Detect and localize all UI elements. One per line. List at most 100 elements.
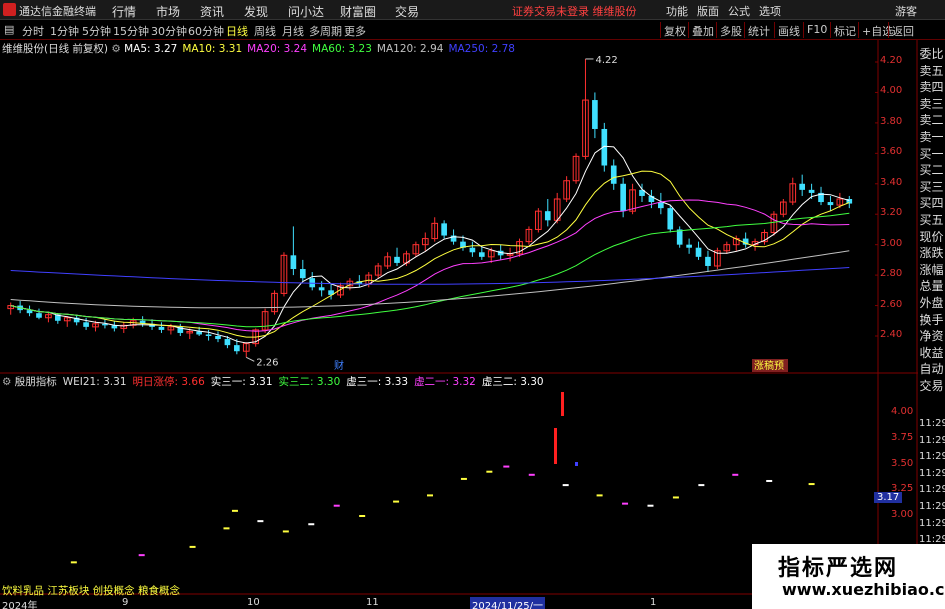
period-tab-1[interactable]: 1分钟: [50, 23, 79, 39]
side-label-12: 涨跌: [919, 246, 944, 261]
ma20-line: [10, 199, 850, 332]
side-label-0: 委比: [919, 47, 944, 61]
candle-body: [26, 310, 33, 314]
price-tick-3: 3.60: [880, 146, 903, 158]
side-label-7: 买二: [919, 163, 944, 178]
right-menu-item-2[interactable]: 公式: [728, 3, 750, 19]
candle-body: [205, 334, 212, 336]
indicator-value-5: 虚二一: 3.32: [414, 376, 476, 388]
cai-marker: 财: [334, 359, 344, 372]
watermark-title: 指标严选网: [778, 556, 899, 581]
main-info-line: 维维股份(日线 前复权) ⚙ MA5: 3.27 MA10: 3.31 MA20: …: [0, 41, 520, 57]
period-tab-8[interactable]: 月线: [282, 23, 304, 39]
period-tab-2[interactable]: 5分钟: [82, 23, 111, 39]
menu-item-1[interactable]: 市场: [156, 3, 180, 20]
candle-body: [620, 183, 626, 212]
candle-body: [36, 313, 42, 318]
candle-body: [592, 100, 598, 129]
app-logo-icon: [3, 3, 16, 16]
settings-icon[interactable]: ⚙: [108, 43, 124, 55]
period-tab-5[interactable]: 60分钟: [188, 23, 224, 39]
side-label-4: 卖二: [919, 113, 944, 128]
right-menu-item-1[interactable]: 版面: [697, 3, 719, 19]
ma60-line: [10, 212, 850, 328]
tool-button-5[interactable]: F10: [807, 23, 827, 36]
candle-body: [469, 247, 476, 253]
date-m1: 1: [650, 597, 657, 608]
side-label-20[interactable]: 交易: [918, 379, 945, 393]
date-m9: 9: [122, 597, 129, 608]
period-tab-9[interactable]: 多周期: [309, 23, 342, 39]
menu-item-6[interactable]: 交易: [395, 3, 419, 20]
period-tab-0[interactable]: 分时: [22, 23, 44, 39]
price-tick-2: 3.80: [880, 115, 903, 127]
right-menu-item-0[interactable]: 功能: [666, 3, 688, 19]
tool-button-2[interactable]: 多股: [720, 23, 742, 39]
period-tab-3[interactable]: 15分钟: [113, 23, 149, 39]
tick-time-2: 11:29: [919, 451, 945, 463]
candle-body: [667, 208, 674, 230]
tool-sep: [858, 22, 859, 38]
candle-body: [290, 255, 297, 270]
ind-tick-2: 3.50: [891, 457, 914, 469]
ind-marker: 3.17: [874, 492, 903, 504]
side-label-15: 外盘: [919, 296, 944, 310]
menu-item-2[interactable]: 资讯: [200, 3, 224, 20]
side-label-1: 卖五: [919, 63, 944, 78]
high-label: 4.22: [595, 55, 617, 66]
side-label-19[interactable]: 自动: [918, 362, 945, 376]
candle-body: [196, 331, 202, 335]
tool-button-3[interactable]: 统计: [748, 23, 770, 39]
candle-body: [318, 287, 325, 291]
ma250-line: [10, 267, 850, 285]
cursor-date: 2024/11/25/一: [470, 597, 546, 609]
indicator-value-2: 实三一: 3.31: [210, 376, 273, 388]
price-tick-6: 3.00: [880, 237, 903, 249]
menu-item-4[interactable]: 问小达: [288, 3, 324, 20]
period-tab-4[interactable]: 30分钟: [151, 23, 187, 39]
ind-tick-0: 4.00: [891, 406, 914, 417]
tool-sep: [774, 22, 775, 38]
tool-button-0[interactable]: 复权: [664, 23, 686, 39]
period-tab-10[interactable]: 更多: [344, 23, 366, 39]
concept-tags[interactable]: 饮料乳品 江苏板块 创投概念 粮食概念: [2, 583, 180, 598]
indicator-value-3: 实三二: 3.30: [278, 376, 341, 388]
low-label: 2.26: [256, 357, 278, 368]
menu-item-3[interactable]: 发现: [244, 3, 268, 20]
candle-body: [695, 247, 702, 257]
menu-item-5[interactable]: 财富圈: [340, 3, 376, 20]
candle-body: [215, 336, 221, 340]
indicator-settings-icon[interactable]: ⚙: [2, 376, 15, 388]
tool-button-8[interactable]: 返回: [892, 23, 914, 39]
indicator-info-line: ⚙ 殷朋指标 WEI21: 3.31 明日涨停: 3.66 实三一: 3.31 实三二:…: [0, 374, 550, 390]
kline-chart[interactable]: 4.22 2.26 财 涨稿预: [0, 40, 945, 609]
ma10-line: [10, 170, 850, 338]
tick-time-1: 11:29: [919, 434, 945, 446]
tool-sep: [888, 22, 889, 38]
tool-sep: [830, 22, 831, 38]
badge-label: 涨稿预: [754, 359, 784, 372]
candle-body: [158, 326, 165, 330]
tick-time-0: 11:29: [919, 418, 945, 429]
candle-body: [234, 345, 240, 352]
price-tick-8: 2.60: [880, 298, 903, 310]
tick-time-4: 11:29: [919, 484, 945, 496]
watermark-url: www.xuezhibiao.com: [782, 580, 945, 599]
candle-body: [808, 189, 815, 193]
date-m11: 11: [366, 597, 379, 608]
period-tab-7[interactable]: 周线: [254, 23, 276, 39]
period-tab-6[interactable]: 日线: [226, 23, 248, 39]
ind-tick-4: 3.00: [891, 509, 914, 520]
tool-button-6[interactable]: 标记: [834, 23, 856, 39]
candle-body: [686, 244, 692, 248]
tool-button-4[interactable]: 画线: [778, 23, 800, 39]
tool-button-1[interactable]: 叠加: [692, 23, 714, 39]
login-notice[interactable]: 证券交易未登录 维维股份: [512, 3, 637, 19]
menu-item-0[interactable]: 行情: [112, 3, 136, 20]
candle-body: [544, 211, 551, 221]
candle-body: [441, 223, 447, 236]
date-2024: 2024年: [2, 601, 38, 609]
right-menu-item-3[interactable]: 选项: [759, 3, 781, 19]
right-menu-item-4[interactable]: 游客: [895, 3, 917, 19]
tool-sep: [660, 22, 661, 38]
